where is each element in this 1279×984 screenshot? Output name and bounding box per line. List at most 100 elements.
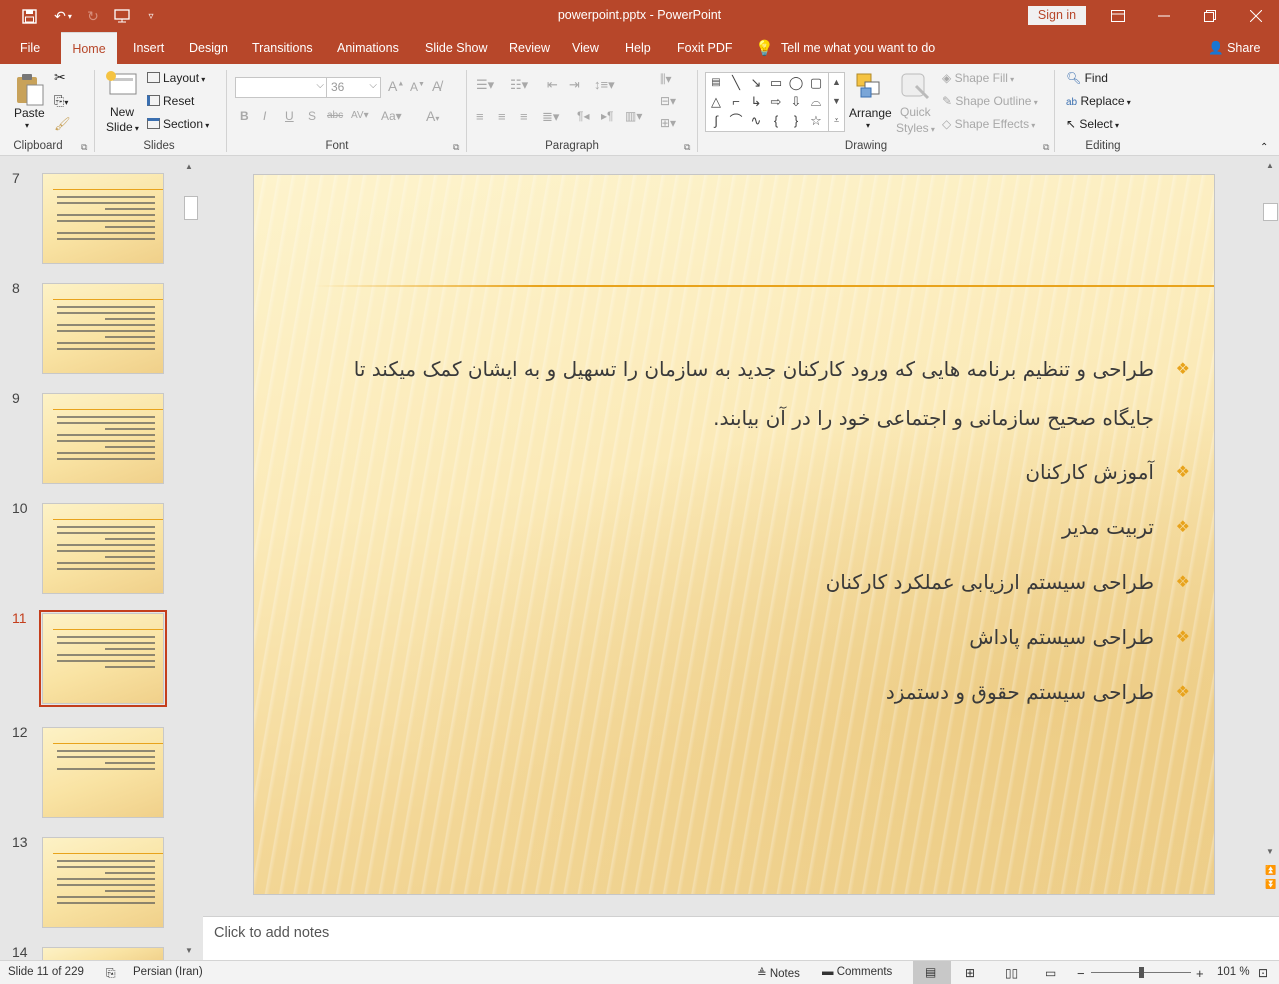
shape-fill-button[interactable]: ◈ Shape Fill ▾ bbox=[942, 71, 1014, 85]
thumbnail-scroll-thumb[interactable] bbox=[184, 196, 198, 220]
notes-toggle[interactable]: ≜ Notes bbox=[757, 966, 800, 980]
scroll-up-icon[interactable]: ▲ bbox=[185, 162, 193, 171]
find-button[interactable]: 🔍︎ Find bbox=[1066, 71, 1108, 85]
align-center-icon[interactable]: ≡ bbox=[498, 109, 506, 124]
underline-icon[interactable]: U bbox=[285, 109, 294, 123]
minimize-icon[interactable] bbox=[1141, 0, 1187, 32]
right-arrow-shape-icon[interactable]: ⇨ bbox=[768, 94, 784, 110]
decrease-font-icon[interactable]: A▼ bbox=[410, 80, 425, 94]
slide-sorter-icon[interactable]: ⊞ bbox=[965, 966, 975, 980]
align-text-icon[interactable]: ⊟▾ bbox=[660, 94, 676, 108]
rectangle-shape-icon[interactable]: ▭ bbox=[768, 75, 784, 91]
paragraph-launcher-icon[interactable]: ⧉ bbox=[684, 142, 690, 153]
elbow-arrow-shape-icon[interactable]: ↳ bbox=[748, 94, 764, 110]
tab-insert[interactable]: Insert bbox=[131, 32, 166, 64]
align-left-icon[interactable]: ≡ bbox=[476, 109, 484, 124]
tab-design[interactable]: Design bbox=[187, 32, 230, 64]
language-indicator[interactable]: Persian (Iran) bbox=[133, 966, 203, 978]
zoom-slider-thumb[interactable] bbox=[1139, 967, 1144, 978]
notes-pane[interactable]: Click to add notes bbox=[203, 916, 1279, 960]
restore-icon[interactable] bbox=[1187, 0, 1233, 32]
tab-foxit-pdf[interactable]: Foxit PDF bbox=[675, 32, 735, 64]
select-button[interactable]: ↖ Select ▾ bbox=[1066, 117, 1119, 131]
replace-button[interactable]: ab Replace ▾ bbox=[1066, 94, 1131, 108]
numbering-icon[interactable]: ☷▾ bbox=[510, 77, 528, 93]
freeform-shape-icon[interactable]: ⌓ bbox=[808, 94, 824, 110]
sign-in-button[interactable]: Sign in bbox=[1028, 6, 1086, 25]
oval-shape-icon[interactable]: ◯ bbox=[788, 75, 804, 91]
zoom-level[interactable]: 101 % bbox=[1217, 966, 1250, 978]
drawing-launcher-icon[interactable]: ⧉ bbox=[1043, 142, 1049, 153]
scroll-down-icon[interactable]: ▼ bbox=[185, 946, 193, 955]
font-launcher-icon[interactable]: ⧉ bbox=[453, 142, 459, 153]
quick-styles-label-1[interactable]: Quick bbox=[900, 105, 931, 119]
current-slide[interactable]: ❖ طراحی و تنظیم برنامه هایی که ورود کارکن… bbox=[253, 174, 1215, 895]
tab-animations[interactable]: Animations bbox=[335, 32, 401, 64]
reset-button[interactable]: Reset bbox=[147, 94, 194, 108]
shape-effects-button[interactable]: ◇ Shape Effects ▾ bbox=[942, 117, 1035, 131]
tab-file[interactable]: File bbox=[18, 32, 42, 64]
new-slide-button[interactable]: Slide ▾ bbox=[106, 120, 139, 134]
tab-home[interactable]: Home bbox=[61, 32, 117, 64]
shadow-icon[interactable]: S bbox=[308, 109, 316, 123]
line-spacing-icon[interactable]: ↕≡▾ bbox=[594, 77, 615, 93]
text-box-shape-icon[interactable]: ▤ bbox=[708, 75, 724, 91]
wave-shape-icon[interactable]: ∿ bbox=[748, 113, 764, 129]
zoom-out-icon[interactable]: − bbox=[1077, 966, 1085, 981]
slide-scroll-down-icon[interactable]: ▼ bbox=[1266, 847, 1274, 856]
format-painter-icon[interactable]: 🖌 bbox=[54, 116, 71, 132]
normal-view-button[interactable]: ▤ bbox=[913, 961, 951, 984]
slide-scrollbar[interactable]: ▲ ▼ ⏫ ⏬ bbox=[1262, 158, 1279, 916]
arc-shape-icon[interactable]: ⌒ bbox=[728, 113, 744, 129]
tab-review[interactable]: Review bbox=[507, 32, 552, 64]
align-right-icon[interactable]: ≡ bbox=[520, 109, 528, 124]
comments-toggle[interactable]: ▬ Comments bbox=[822, 966, 892, 978]
font-name-combo[interactable]: ⌵ bbox=[235, 77, 328, 98]
notes-placeholder[interactable]: Click to add notes bbox=[214, 925, 329, 941]
triangle-shape-icon[interactable]: △ bbox=[708, 94, 724, 110]
spell-check-icon[interactable]: ⎘ bbox=[106, 966, 116, 981]
quick-styles-button[interactable]: Styles ▾ bbox=[896, 121, 935, 135]
copy-icon[interactable]: ⎘▾ bbox=[54, 93, 68, 109]
italic-icon[interactable]: I bbox=[263, 109, 266, 123]
arrange-dropdown-icon[interactable]: ▾ bbox=[866, 121, 870, 130]
new-slide-icon[interactable] bbox=[104, 70, 138, 105]
paste-icon[interactable] bbox=[13, 72, 45, 106]
layout-button[interactable]: Layout ▾ bbox=[147, 71, 205, 85]
curve-shape-icon[interactable]: ∫ bbox=[708, 113, 724, 129]
arrange-button[interactable]: Arrange bbox=[849, 106, 892, 120]
share-button[interactable]: 👤 Share bbox=[1206, 32, 1262, 64]
smartart-icon[interactable]: ⊞▾ bbox=[660, 116, 676, 130]
slide-thumbnail[interactable] bbox=[42, 727, 164, 818]
tab-help[interactable]: Help bbox=[623, 32, 653, 64]
arrange-icon[interactable] bbox=[855, 72, 883, 103]
slide-thumbnail[interactable] bbox=[39, 610, 167, 707]
shapes-scroll-icon[interactable]: ▲ ▼ ⩡ bbox=[828, 73, 844, 131]
cut-icon[interactable]: ✂ bbox=[54, 69, 66, 86]
line-shape-icon[interactable]: ╲ bbox=[728, 75, 744, 91]
slide-show-view-icon[interactable]: ▭ bbox=[1045, 966, 1056, 980]
bullets-icon[interactable]: ☰▾ bbox=[476, 77, 494, 93]
text-direction-icon[interactable]: ⫼▾ bbox=[660, 72, 672, 87]
ribbon-display-options-icon[interactable] bbox=[1095, 0, 1141, 32]
slide-scroll-thumb[interactable] bbox=[1263, 203, 1278, 221]
decrease-indent-icon[interactable]: ⇤ bbox=[547, 77, 558, 93]
slide-thumbnail[interactable] bbox=[42, 393, 164, 484]
tab-slide-show[interactable]: Slide Show bbox=[423, 32, 490, 64]
font-size-combo[interactable]: 36 ⌵ bbox=[326, 77, 381, 98]
change-case-icon[interactable]: Aa▾ bbox=[381, 109, 402, 123]
font-color-icon[interactable]: A▾ bbox=[426, 108, 439, 124]
previous-slide-icon[interactable]: ⏫ bbox=[1265, 865, 1276, 876]
justify-icon[interactable]: ≣▾ bbox=[542, 109, 559, 125]
character-spacing-icon[interactable]: AV▾ bbox=[351, 110, 369, 121]
reading-view-icon[interactable]: ▯▯ bbox=[1005, 966, 1018, 980]
zoom-in-icon[interactable]: + bbox=[1196, 966, 1204, 981]
collapse-ribbon-icon[interactable]: ⌃ bbox=[1260, 142, 1268, 153]
increase-indent-icon[interactable]: ⇥ bbox=[569, 77, 580, 93]
next-slide-icon[interactable]: ⏬ bbox=[1265, 879, 1276, 890]
fit-to-window-icon[interactable]: ⊡ bbox=[1258, 966, 1268, 980]
tab-transitions[interactable]: Transitions bbox=[250, 32, 315, 64]
arrow-line-shape-icon[interactable]: ↘ bbox=[748, 75, 764, 91]
tell-me-search[interactable]: Tell me what you want to do bbox=[779, 32, 937, 64]
bold-icon[interactable]: B bbox=[240, 109, 249, 123]
